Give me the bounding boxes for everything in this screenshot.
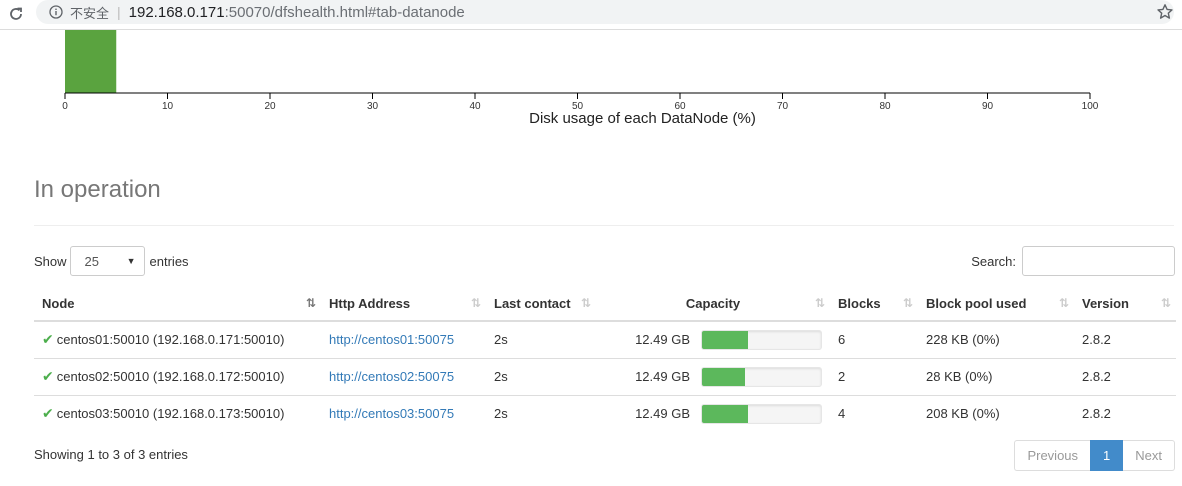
version-cell: 2.8.2 (1074, 394, 1176, 432)
column-header-version[interactable]: Version ⇅ (1074, 286, 1176, 322)
x-tick-label: 80 (879, 101, 891, 112)
capacity-progress-bar (701, 403, 822, 424)
next-page-button[interactable]: Next (1123, 440, 1175, 471)
capacity-cell: 12.49 GB (596, 321, 830, 358)
page-length-control: Show 25 ▼ entries (34, 246, 189, 276)
table-row: ✔ centos03:50010 (192.168.0.173:50010) ht… (34, 394, 1176, 432)
disk-usage-histogram: 0 10 20 30 40 50 60 70 80 90 100Disk usage of each… (62, 30, 1099, 126)
capacity-progress-bar (701, 366, 822, 387)
x-tick-label: 10 (162, 101, 174, 112)
sort-icon: ⇅ (1160, 296, 1171, 310)
version-cell: 2.8.2 (1074, 357, 1176, 395)
capacity-value: 12.49 GB (635, 406, 690, 422)
page-1-button[interactable]: 1 (1090, 440, 1124, 471)
x-tick-label: 0 (62, 101, 68, 112)
node-cell: ✔ centos01:50010 (192.168.0.171:50010) (42, 331, 285, 348)
http-cell: http://centos01:50075 (321, 321, 486, 358)
table-row: ✔ centos01:50010 (192.168.0.171:50010) ht… (34, 321, 1176, 358)
node-cell: ✔ centos03:50010 (192.168.0.173:50010) (34, 394, 321, 432)
datanode-table: Node ⇅ Http Address ⇅ Last contact ⇅ Capaci… (34, 286, 1176, 432)
show-label: Show (34, 253, 67, 269)
blocks-cell: 6 (838, 332, 846, 348)
search-input[interactable] (1022, 246, 1175, 276)
column-header-blocks[interactable]: Blocks ⇅ (830, 286, 918, 322)
sort-icon: ⇅ (470, 296, 481, 310)
x-tick-label: 100 (1082, 101, 1099, 112)
x-tick-label: 70 (777, 101, 789, 112)
http-address-link[interactable]: http://centos01:50075 (329, 332, 454, 347)
capacity-value: 12.49 GB (635, 332, 690, 348)
entries-label: entries (149, 253, 189, 269)
x-tick-label: 90 (982, 101, 994, 112)
column-header-capacity[interactable]: Capacity ⇅ (596, 286, 830, 322)
sort-icon: ⇅ (814, 296, 825, 310)
last-contact-cell: 2s (494, 332, 508, 348)
url-host: 192.168.0.171 (128, 3, 225, 21)
capacity-progress-bar (701, 329, 822, 350)
capacity-progress-fill (702, 367, 745, 386)
search-label: Search: (971, 253, 1016, 269)
column-header-last-contact[interactable]: Last contact ⇅ (486, 286, 596, 322)
sort-desc-icon: ⇅ (305, 296, 316, 310)
table-header-row: Node ⇅ Http Address ⇅ Last contact ⇅ Capaci… (34, 286, 1176, 322)
column-header-node[interactable]: Node ⇅ (34, 286, 321, 322)
column-header-http-address[interactable]: Http Address ⇅ (321, 286, 486, 322)
reload-icon (10, 7, 22, 20)
block-pool-used-cell: 228 KB (0%) (926, 332, 1000, 348)
url-path: :50070/dfshealth.html#tab-datanode (224, 3, 465, 21)
x-tick-label: 20 (264, 101, 276, 112)
check-icon: ✔ (42, 405, 54, 422)
block-pool-used-cell: 28 KB (0%) (918, 357, 1074, 395)
http-cell: http://centos02:50075 (321, 357, 486, 395)
security-label: 不安全 (70, 5, 110, 21)
column-header-block-pool-used[interactable]: Block pool used ⇅ (918, 286, 1074, 322)
check-icon: ✔ (42, 368, 54, 384)
info-icon[interactable] (48, 4, 64, 20)
section-divider (34, 225, 1174, 226)
x-axis-label: Disk usage of each DataNode (%) (529, 110, 756, 126)
capacity-cell: 12.49 GB (596, 394, 830, 432)
address-bar[interactable]: 不安全 | 192.168.0.171:50070/dfshealth.html… (36, 0, 1174, 24)
http-cell: http://centos03:50075 (321, 394, 486, 432)
sort-icon: ⇅ (580, 296, 591, 310)
block-pool-used-cell: 208 KB (0%) (918, 394, 1074, 432)
url-text[interactable]: 192.168.0.171:50070/dfshealth.html#tab-d… (129, 4, 465, 21)
dropdown-caret-icon: ▼ (126, 256, 136, 266)
sort-icon: ⇅ (1058, 296, 1069, 310)
reload-button[interactable] (4, 3, 28, 25)
previous-page-button[interactable]: Previous (1014, 440, 1091, 471)
capacity-cell: 12.49 GB (596, 357, 830, 395)
section-title: In operation (34, 176, 161, 203)
node-cell: ✔ centos02:50010 (192.168.0.172:50010) (34, 357, 321, 395)
table-row: ✔ centos02:50010 (192.168.0.172:50010) ht… (34, 357, 1176, 395)
pagination: Previous 1 Next (1014, 440, 1175, 471)
sort-icon: ⇅ (902, 296, 913, 310)
capacity-value: 12.49 GB (635, 369, 690, 384)
version-cell: 2.8.2 (1082, 332, 1111, 348)
search-control: Search: (971, 246, 1175, 276)
blocks-cell: 4 (830, 394, 918, 432)
blocks-cell: 2 (830, 357, 918, 395)
last-contact-cell: 2s (486, 394, 596, 432)
last-contact-cell: 2s (486, 357, 596, 395)
capacity-progress-fill (702, 404, 749, 423)
page-length-select[interactable]: 25 ▼ (69, 246, 145, 276)
bookmark-star-icon[interactable] (1156, 3, 1174, 21)
http-address-link[interactable]: http://centos02:50075 (329, 369, 454, 384)
http-address-link[interactable]: http://centos03:50075 (329, 406, 454, 421)
x-tick-label: 40 (469, 101, 481, 112)
page-length-value: 25 (84, 253, 99, 269)
browser-toolbar: 不安全 | 192.168.0.171:50070/dfshealth.html… (0, 0, 1182, 30)
address-separator: | (117, 4, 121, 20)
histogram-bar (65, 30, 117, 93)
capacity-progress-fill (702, 330, 749, 349)
x-tick-label: 30 (367, 101, 379, 112)
table-info: Showing 1 to 3 of 3 entries (34, 447, 188, 462)
check-icon: ✔ (42, 331, 54, 348)
